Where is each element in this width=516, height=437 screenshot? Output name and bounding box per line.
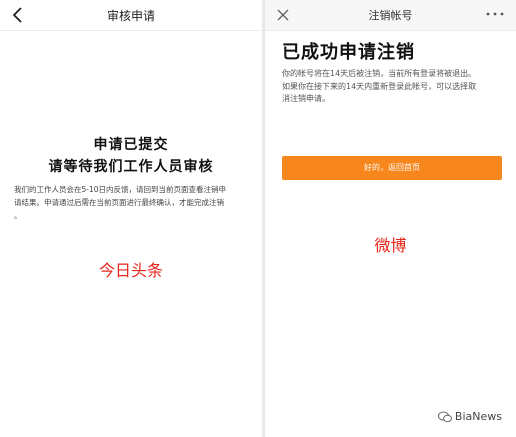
left-screen: 审核申请 申请已提交 请等待我们工作人员审核 我们的工作人员会在5-10日内反馈… [0, 0, 262, 437]
info-line3: 消注销申请。 [282, 94, 330, 103]
right-nav-title: 注销帐号 [368, 9, 413, 22]
info-line1: 你的帐号将在14天后被注销，当前所有登录将被退出。 [282, 69, 477, 78]
more-options-icon[interactable] [484, 6, 506, 22]
info-line2: 如果你在接下来的14天内重新登录此帐号，可以选择取 [282, 82, 477, 91]
status-title-line1: 申请已提交 [93, 137, 169, 153]
review-description-line1: 我们的工作人员会在5-10日内反馈，请回到当前页面查看注销申 [14, 185, 227, 194]
right-navbar: 注销帐号 [265, 0, 516, 31]
review-description-line3: 。 [14, 211, 22, 220]
review-description-line2: 请结果。申请通过后需在当前页面进行最终确认，才能完成注销 [14, 198, 224, 207]
return-home-button[interactable]: 好的，返回首页 [282, 156, 502, 180]
left-caption: 今日头条 [98, 261, 163, 280]
status-title-line2: 请等待我们工作人员审核 [48, 159, 214, 175]
success-title: 已成功申请注销 [282, 42, 415, 63]
wechat-icon [437, 411, 452, 423]
left-navbar: 审核申请 [0, 0, 262, 31]
left-nav-title: 审核申请 [106, 9, 155, 23]
right-caption: 微博 [374, 236, 407, 255]
watermark: BiaNews [437, 410, 502, 423]
watermark-text: BiaNews [454, 410, 502, 423]
right-screen: 注销帐号 已成功申请注销 你的帐号将在14天后被注销，当前所有登录将被退出。 如… [265, 0, 516, 437]
